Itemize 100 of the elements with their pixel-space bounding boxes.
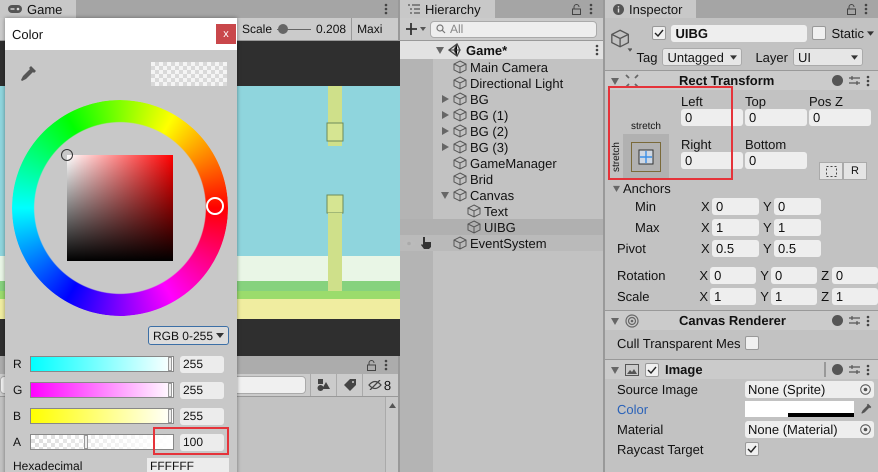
more-options-icon[interactable] xyxy=(866,314,870,326)
channel-slider[interactable] xyxy=(30,434,174,450)
number-field[interactable]: 0.5 xyxy=(774,240,821,257)
number-field[interactable]: 0 xyxy=(710,267,756,284)
more-options-icon[interactable] xyxy=(384,3,388,15)
number-field[interactable]: 1 xyxy=(774,219,821,236)
caret-icon[interactable] xyxy=(611,316,619,324)
slider-thumb[interactable] xyxy=(168,409,172,423)
anchor-presets-button[interactable] xyxy=(623,134,669,180)
saturation-value-square[interactable] xyxy=(67,155,173,261)
channel-value-field[interactable]: 255 xyxy=(180,382,224,398)
enabled-checkbox[interactable] xyxy=(645,362,659,376)
hex-field[interactable]: FFFFFF xyxy=(147,458,229,472)
slider-thumb[interactable] xyxy=(84,435,88,449)
property-checkbox[interactable] xyxy=(745,442,759,456)
tag-dropdown[interactable]: Untagged xyxy=(662,48,742,66)
raw-edit-button[interactable]: R xyxy=(843,162,867,180)
caret-icon[interactable] xyxy=(613,184,620,192)
lock-icon[interactable] xyxy=(572,4,581,14)
number-field[interactable]: 0 xyxy=(681,152,743,169)
channel-value-field[interactable]: 255 xyxy=(180,408,224,424)
layer-dropdown[interactable]: UI xyxy=(792,48,863,66)
scrollbar[interactable] xyxy=(385,397,398,472)
color-mode-dropdown[interactable]: RGB 0-255 xyxy=(148,326,229,345)
component-header[interactable]: Rect Transform xyxy=(605,71,878,90)
lock-icon[interactable] xyxy=(847,4,856,14)
caret-icon[interactable] xyxy=(611,366,619,374)
sliders-icon[interactable] xyxy=(849,315,860,326)
close-button[interactable]: x xyxy=(216,24,236,44)
more-options-icon[interactable] xyxy=(595,44,599,56)
hierarchy-item[interactable]: BG (3) xyxy=(400,139,603,155)
more-options-icon[interactable] xyxy=(864,3,868,15)
eyedropper-icon[interactable] xyxy=(19,65,37,83)
number-field[interactable]: 0 xyxy=(809,109,871,126)
hand-pointer-icon[interactable] xyxy=(421,237,432,249)
number-field[interactable]: 1 xyxy=(712,219,759,236)
active-checkbox[interactable] xyxy=(652,26,666,40)
hierarchy-item[interactable]: Canvas xyxy=(400,187,603,203)
caret-icon[interactable] xyxy=(441,111,449,119)
number-field[interactable]: 0 xyxy=(770,267,818,284)
scene-item[interactable]: Game* xyxy=(400,41,603,59)
more-options-icon[interactable] xyxy=(866,364,870,376)
channel-slider[interactable] xyxy=(30,408,174,424)
color-field[interactable] xyxy=(745,401,854,417)
component-header[interactable]: Canvas Renderer xyxy=(605,310,878,330)
hierarchy-item[interactable]: EventSystem xyxy=(400,235,603,251)
number-field[interactable]: 1 xyxy=(832,288,878,305)
number-field[interactable]: 0 xyxy=(681,109,743,126)
caret-icon[interactable] xyxy=(436,46,444,54)
sliders-icon[interactable] xyxy=(849,75,860,86)
static-checkbox[interactable] xyxy=(812,26,826,40)
hue-handle[interactable] xyxy=(206,197,224,215)
number-field[interactable]: 0 xyxy=(712,198,759,215)
create-button[interactable] xyxy=(406,23,426,35)
caret-icon[interactable] xyxy=(441,191,449,199)
more-options-icon[interactable] xyxy=(589,3,593,15)
property-checkbox[interactable] xyxy=(745,336,759,350)
number-field[interactable]: 0.5 xyxy=(712,240,759,257)
slider-thumb[interactable] xyxy=(278,24,288,34)
hierarchy-item[interactable]: BG (2) xyxy=(400,123,603,139)
channel-value-field[interactable]: 255 xyxy=(180,356,224,372)
hidden-packages-button[interactable]: 8 xyxy=(362,374,396,396)
number-field[interactable]: 0 xyxy=(745,152,807,169)
more-options-icon[interactable] xyxy=(384,359,388,371)
hierarchy-item[interactable]: BG xyxy=(400,91,603,107)
component-header[interactable]: Image xyxy=(605,359,878,379)
target-icon[interactable] xyxy=(860,424,871,434)
eyedropper-icon[interactable] xyxy=(860,403,872,415)
inspector-tab[interactable]: Inspector xyxy=(605,0,696,18)
hierarchy-item[interactable]: Text xyxy=(400,203,603,219)
caret-icon[interactable] xyxy=(611,76,619,84)
more-options-icon[interactable] xyxy=(866,74,870,86)
hierarchy-item[interactable]: Brid xyxy=(400,171,603,187)
number-field[interactable]: 0 xyxy=(745,109,807,126)
maximize-toggle[interactable]: Maxi xyxy=(357,22,382,36)
caret-icon[interactable] xyxy=(441,143,449,151)
lock-icon[interactable] xyxy=(367,360,376,370)
hierarchy-item[interactable]: Directional Light xyxy=(400,75,603,91)
hierarchy-item[interactable]: Main Camera xyxy=(400,59,603,75)
object-field[interactable]: None (Material) xyxy=(745,420,874,438)
game-tab[interactable]: Game xyxy=(0,0,76,18)
slider-thumb[interactable] xyxy=(168,357,172,371)
name-field[interactable]: UIBG xyxy=(671,24,808,42)
object-field[interactable]: None (Sprite) xyxy=(745,380,874,398)
slider-thumb[interactable] xyxy=(168,383,172,397)
number-field[interactable]: 0 xyxy=(774,198,821,215)
channel-slider[interactable] xyxy=(30,382,174,398)
hierarchy-item[interactable]: GameManager xyxy=(400,155,603,171)
static-dropdown[interactable]: Static xyxy=(831,26,874,40)
number-field[interactable]: 1 xyxy=(710,288,756,305)
caret-icon[interactable] xyxy=(441,127,449,135)
blueprint-mode-button[interactable] xyxy=(819,162,843,180)
caret-icon[interactable] xyxy=(441,95,449,103)
channel-value-field[interactable]: 100 xyxy=(180,434,224,450)
color-handle[interactable] xyxy=(61,149,73,161)
hierarchy-item[interactable]: UIBG xyxy=(400,219,603,235)
scroll-up-icon[interactable] xyxy=(388,403,396,408)
number-field[interactable]: 0 xyxy=(832,267,878,284)
number-field[interactable]: 1 xyxy=(770,288,818,305)
hierarchy-tab[interactable]: Hierarchy xyxy=(400,0,495,18)
